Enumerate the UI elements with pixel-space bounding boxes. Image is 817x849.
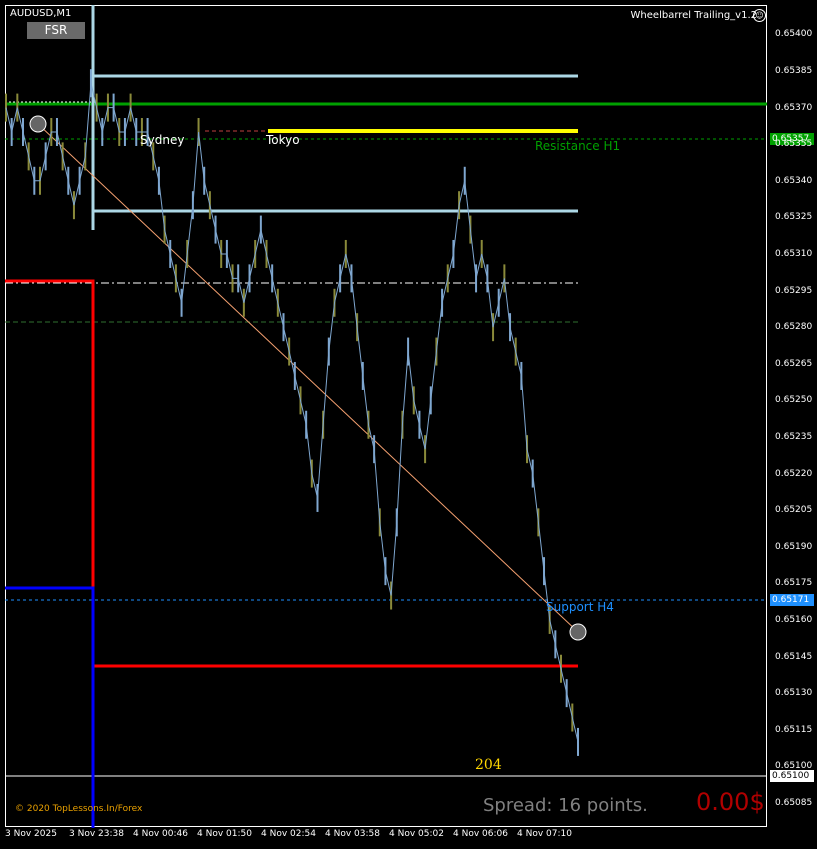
y-tick-label: 0.65325 [775, 212, 813, 223]
resistance-h1-label: Resistance H1 [535, 139, 621, 153]
y-tick-label: 0.65385 [775, 65, 813, 76]
profit-label: 0.00$ [696, 788, 765, 816]
y-tick-label: 0.65250 [775, 395, 813, 406]
x-tick-label: 4 Nov 03:58 [325, 829, 380, 839]
y-tick-label: 0.65220 [775, 468, 813, 479]
trade-marker-exit [569, 623, 587, 641]
x-tick-label: 4 Nov 02:54 [261, 829, 316, 839]
y-tick-label: 0.65085 [775, 797, 813, 808]
y-tick-label: 0.65265 [775, 358, 813, 369]
y-tick-label: 0.65235 [775, 431, 813, 442]
trend-line [37, 123, 579, 633]
x-tick-label: 3 Nov 2025 [5, 829, 57, 839]
x-tick-label: 4 Nov 06:06 [453, 829, 508, 839]
x-tick-label: 4 Nov 05:02 [389, 829, 444, 839]
y-tick-label: 0.65340 [775, 175, 813, 186]
symbol-label[interactable]: AUDUSD,M1 [10, 8, 71, 19]
y-tick-label: 0.65355 [775, 139, 813, 150]
y-tick-label: 0.65130 [775, 688, 813, 699]
y-tick-label: 0.65115 [775, 724, 813, 735]
x-tick-label: 4 Nov 00:46 [133, 829, 188, 839]
support-h4-label: Support H4 [546, 600, 614, 614]
y-tick-label: 0.65160 [775, 614, 813, 625]
y-tick-label: 0.65280 [775, 322, 813, 333]
chart-window[interactable]: AUDUSD,M1 FSR Wheelbarrel Trailing_v1.2 … [0, 0, 817, 849]
y-tick-label: 0.65175 [775, 578, 813, 589]
y-tick-label: 0.65100 [775, 761, 813, 772]
session-label-sydney: Sydney [140, 133, 185, 147]
x-tick-label: 4 Nov 01:50 [197, 829, 252, 839]
y-tick-label: 0.65400 [775, 29, 813, 40]
y-tick-label: 0.65370 [775, 102, 813, 113]
blue-range-box [5, 586, 95, 828]
x-tick-label: 3 Nov 23:38 [69, 829, 124, 839]
y-tick-label: 0.65145 [775, 651, 813, 662]
current-price-tag: 0.65100 [770, 770, 814, 782]
y-tick-label: 0.65190 [775, 541, 813, 552]
x-tick-label: 4 Nov 07:10 [517, 829, 572, 839]
y-tick-label: 0.65205 [775, 505, 813, 516]
y-tick-label: 0.65310 [775, 248, 813, 259]
smiley-icon[interactable]: ☺ [753, 9, 766, 22]
copyright-label: © 2020 TopLessons.In/Forex [15, 804, 143, 814]
session-label-tokyo: Tokyo [266, 133, 300, 147]
y-tick-label: 0.65295 [775, 285, 813, 296]
support-price-tag: 0.65171 [770, 594, 814, 606]
fsr-button[interactable]: FSR [27, 22, 85, 39]
chart-canvas [5, 5, 767, 828]
trade-marker-entry [29, 115, 47, 133]
bar-count-label: 204 [475, 757, 502, 773]
ea-name-label: Wheelbarrel Trailing_v1.2 [630, 10, 757, 21]
spread-label: Spread: 16 points. [483, 795, 648, 816]
